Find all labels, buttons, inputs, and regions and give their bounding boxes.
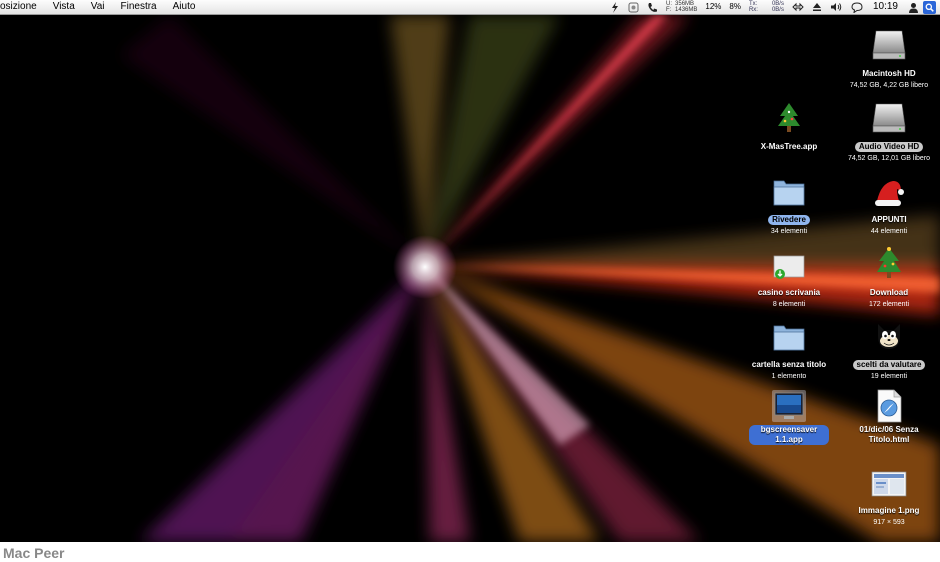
sync-menu-icon[interactable] — [624, 2, 643, 13]
desktop-icon-macintosh-hd[interactable]: Macintosh HD 74,52 GB, 4,22 GB libero — [841, 21, 937, 90]
watermark-brand: Mac Peer — [3, 545, 65, 561]
icon-label: APPUNTI — [871, 215, 907, 224]
memory-free: 1436MB — [675, 7, 698, 13]
desktop-icon-cartella-senza-titolo[interactable]: cartella senza titolo 1 elemento — [741, 312, 837, 381]
memory-labels: U: F: — [666, 1, 672, 13]
icon-label: X-MasTree.app — [760, 142, 818, 151]
menu-posizione[interactable]: osizione — [0, 0, 45, 14]
menu-finestra[interactable]: Finestra — [112, 0, 164, 14]
santa-hat-icon — [869, 167, 909, 207]
icon-label: casino scrivania — [757, 288, 821, 297]
monitor-app-icon — [769, 383, 809, 423]
desktop-icon-immagine-png[interactable]: Immagine 1.png 917 × 593 — [841, 458, 937, 527]
menu-list: osizione Vista Vai Finestra Aiuto — [0, 0, 203, 14]
memory-monitor[interactable]: U: F: 356MB 1436MB — [662, 1, 701, 13]
icon-info: 74,52 GB, 4,22 GB libero — [849, 82, 929, 89]
network-values: 0B/s 0B/s — [772, 1, 784, 13]
desktop-icon-casino-scrivania[interactable]: casino scrivania 8 elementi — [741, 240, 837, 309]
icon-info: 34 elementi — [770, 228, 808, 235]
cpu-monitor-2[interactable]: 8% — [725, 0, 745, 14]
felix-cat-icon — [869, 312, 909, 352]
menu-bar: osizione Vista Vai Finestra Aiuto U: F: … — [0, 0, 940, 15]
desktop[interactable]: Macintosh HD 74,52 GB, 4,22 GB libero X-… — [0, 15, 940, 542]
html-document-icon — [869, 383, 909, 423]
net-rx: 0B/s — [771, 7, 784, 13]
desktop-icon-audio-video-hd[interactable]: Audio Video HD 74,52 GB, 12,01 GB libero — [841, 94, 937, 163]
desktop-icon-appunti[interactable]: APPUNTI 44 elementi — [841, 167, 937, 236]
icon-label: scelti da valutare — [852, 360, 926, 370]
download-folder-icon — [769, 240, 809, 280]
menu-clock[interactable]: 10:19 — [867, 0, 904, 14]
volume-icon[interactable] — [826, 2, 847, 12]
user-account-icon[interactable] — [904, 2, 923, 13]
icon-info: 44 elementi — [870, 228, 908, 235]
icon-label: Download — [869, 288, 909, 297]
network-labels: Tx: Rx: — [749, 1, 758, 13]
network-monitor[interactable]: Tx: Rx: 0B/s 0B/s — [745, 1, 788, 13]
spotlight-icon[interactable] — [923, 0, 936, 14]
icon-label: bgscreensaver 1.1.app — [749, 425, 829, 445]
icon-label: Macintosh HD — [862, 69, 916, 78]
icon-info: 172 elementi — [868, 301, 910, 308]
xmas-tree-icon — [769, 94, 809, 134]
png-image-icon — [869, 458, 909, 498]
icon-label: Immagine 1.png — [858, 506, 920, 515]
icon-info: 917 × 593 — [873, 519, 905, 526]
desktop-icon-rivedere[interactable]: Rivedere 34 elementi — [741, 167, 837, 236]
icon-info: 1 elemento — [771, 373, 807, 380]
desktop-icon-scelti-da-valutare[interactable]: scelti da valutare 19 elementi — [841, 312, 937, 381]
folder-icon — [769, 167, 809, 207]
memory-free-label: F: — [666, 7, 672, 13]
icon-info: 8 elementi — [772, 301, 806, 308]
xmas-tree-icon — [869, 240, 909, 280]
net-rx-label: Rx: — [748, 7, 758, 13]
icon-label: Audio Video HD — [854, 142, 924, 152]
desktop-icon-html-document[interactable]: 01/dic/06 Senza Titolo.html — [841, 383, 937, 447]
sync-arrows-icon[interactable] — [788, 2, 808, 12]
menu-vista[interactable]: Vista — [45, 0, 83, 14]
hard-drive-icon — [869, 21, 909, 61]
icon-label: Rivedere — [768, 215, 810, 225]
phone-menu-icon[interactable] — [643, 2, 662, 13]
eject-icon[interactable] — [808, 2, 826, 12]
menu-vai[interactable]: Vai — [83, 0, 113, 14]
menu-aiuto[interactable]: Aiuto — [165, 0, 204, 14]
cpu-monitor-1[interactable]: 12% — [701, 0, 725, 14]
desktop-icon-bgscreensaver-app[interactable]: bgscreensaver 1.1.app — [741, 383, 837, 447]
ichat-status-icon[interactable] — [847, 1, 867, 13]
footer: Mac Peer — [0, 542, 940, 562]
menu-extras: U: F: 356MB 1436MB 12% 8% Tx: Rx: 0B/s 0… — [606, 0, 940, 14]
desktop-icon-xmastree-app[interactable]: X-MasTree.app — [741, 94, 837, 154]
folder-icon — [769, 312, 809, 352]
icon-info: 19 elementi — [870, 373, 908, 380]
desktop-icon-download[interactable]: Download 172 elementi — [841, 240, 937, 309]
icon-label: cartella senza titolo — [751, 360, 827, 369]
script-menu-icon[interactable] — [606, 1, 624, 13]
memory-values: 356MB 1436MB — [675, 1, 697, 13]
icon-label: 01/dic/06 Senza Titolo.html — [859, 425, 919, 444]
icon-info: 74,52 GB, 12,01 GB libero — [847, 155, 931, 162]
hard-drive-icon — [869, 94, 909, 134]
